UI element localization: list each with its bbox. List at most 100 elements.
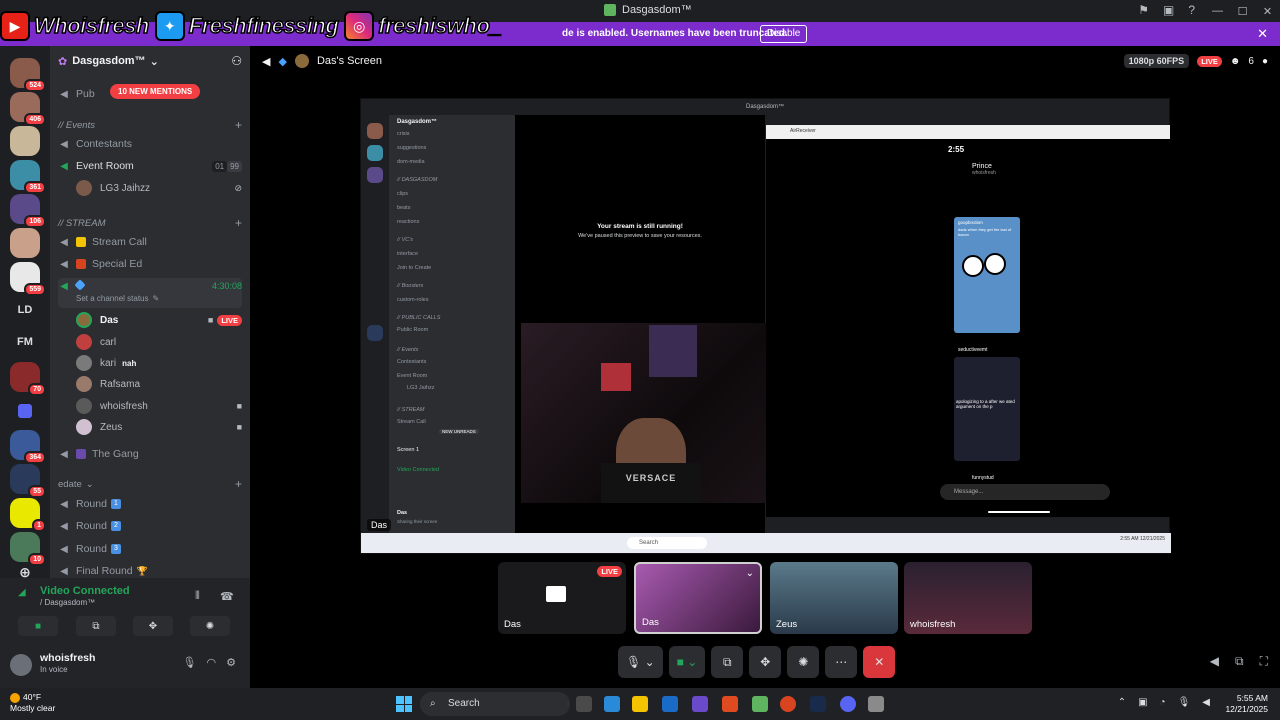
chrome-icon[interactable] (780, 696, 796, 712)
camera-button[interactable]: ■ ⌄ (668, 646, 706, 678)
taskbar-clock[interactable]: 5:55 AM 12/21/2025 (1225, 693, 1268, 715)
server-icon[interactable]: 406 (10, 92, 46, 126)
discord-app-icon[interactable] (752, 696, 768, 712)
category-events[interactable]: // Events + (58, 117, 242, 133)
chevron-down-icon[interactable]: ⌄ (746, 568, 754, 579)
server-icon[interactable]: 70 (10, 362, 46, 396)
volume-icon[interactable]: ◀ (1202, 697, 1210, 708)
channel-round-1[interactable]: ◀ Round 1 (58, 494, 242, 514)
channel-round-3[interactable]: ◀ Round 3 (58, 539, 242, 559)
share-screen-button[interactable]: ⧉ (76, 616, 116, 636)
activities-button[interactable]: ✥ (133, 616, 173, 636)
airreceiver-window: AirReceiver 2:55 Prince whoisfresh goopb… (766, 125, 1170, 517)
voice-user-carl[interactable]: carl (76, 332, 242, 352)
shared-screen[interactable]: Dasgasdom™ Dasgasdom™ crisis suggestions… (360, 98, 1171, 554)
channel-final-round[interactable]: ◀ Final Round 🏆 (58, 561, 242, 578)
gear-icon[interactable]: ⚙ (226, 656, 236, 669)
tray-app-icon[interactable]: ▣ (1138, 697, 1147, 708)
maximize-button[interactable]: ☐ (1230, 0, 1255, 22)
participant-tile[interactable]: LIVE Das (498, 562, 626, 634)
discord-icon[interactable] (840, 696, 856, 712)
flag-icon[interactable]: ⚑ (1138, 3, 1149, 17)
server-icon[interactable]: 55 (10, 464, 46, 498)
copilot-icon[interactable] (604, 696, 620, 712)
participant-tile[interactable]: whoisfresh (904, 562, 1032, 634)
disable-button[interactable]: Disable (760, 25, 808, 43)
set-channel-status[interactable]: Set a channel status ✎ (76, 292, 242, 304)
network-icon[interactable]: ◔ (1160, 697, 1166, 708)
chat-icon[interactable]: ● (1262, 56, 1268, 67)
channel-event-room[interactable]: ◀ Event Room 01 99 (58, 156, 242, 176)
task-view-icon[interactable] (576, 696, 592, 712)
volume-icon[interactable]: ◀ (1210, 654, 1219, 669)
webcam-feed: VERSACE (521, 323, 766, 503)
new-mentions-pill[interactable]: 10 NEW MENTIONS (110, 84, 201, 99)
voice-channel-name[interactable]: / Dasgasdom™ (40, 598, 95, 607)
store-icon[interactable] (662, 696, 678, 712)
channel-round-2[interactable]: ◀ Round 2 (58, 516, 242, 536)
participant-tile[interactable]: Zeus (770, 562, 898, 634)
weather-widget[interactable]: 40°F Mostly clear (10, 692, 55, 714)
steam-icon[interactable] (810, 696, 826, 712)
more-button[interactable]: ⋯ (825, 646, 858, 678)
share-screen-button[interactable]: ⧉ (711, 646, 744, 678)
server-icon[interactable]: 361 (10, 160, 46, 194)
server-icon[interactable]: 10 (10, 532, 46, 566)
camera-button[interactable]: ■ (18, 616, 58, 636)
chevron-up-icon[interactable]: ⌃ (1118, 697, 1126, 708)
file-explorer-icon[interactable] (632, 696, 648, 712)
server-icon[interactable]: 106 (10, 194, 46, 228)
fullscreen-icon[interactable]: ⛶ (1260, 654, 1268, 669)
soundboard-button[interactable]: ✺ (787, 646, 820, 678)
category-edate[interactable]: edate ⌄ + (58, 476, 242, 492)
folder-icon[interactable] (18, 404, 32, 418)
microphone-icon[interactable]: 🎙 (183, 656, 197, 669)
settings-icon[interactable] (868, 696, 884, 712)
voice-user-rafsama[interactable]: Rafsama (76, 374, 242, 394)
avatar[interactable] (10, 654, 32, 676)
channel-stream-call[interactable]: ◀ Stream Call (58, 232, 242, 252)
voice-user-whoisfresh[interactable]: whoisfresh ■ (76, 396, 242, 416)
close-icon[interactable]: ✕ (1257, 26, 1268, 42)
microphone-button[interactable]: 🎙 ⌄ (618, 646, 663, 678)
windows-start-icon[interactable] (396, 696, 412, 712)
voice-user[interactable]: LG3 Jaihzz ⊘ (76, 178, 242, 198)
soundboard-button[interactable]: ✺ (190, 616, 230, 636)
server-icon[interactable]: 559 (10, 262, 46, 296)
voice-user-das[interactable]: Das ■ LIVE (76, 310, 242, 330)
server-fm[interactable]: FM (10, 336, 40, 348)
teams-icon[interactable] (692, 696, 708, 712)
headphones-icon[interactable]: ◠ (207, 656, 217, 669)
invite-icon[interactable]: ⚇ (231, 54, 242, 68)
add-channel-icon[interactable]: + (235, 477, 242, 491)
screen-icon[interactable]: ▣ (1163, 3, 1174, 17)
server-icon[interactable]: 1 (10, 498, 46, 532)
video-connected-status[interactable]: Video Connected (40, 585, 130, 597)
activities-button[interactable]: ✥ (749, 646, 782, 678)
brave-icon[interactable] (722, 696, 738, 712)
minimize-button[interactable]: — (1205, 0, 1230, 22)
category-stream[interactable]: // STREAM + (58, 215, 242, 231)
disconnect-icon[interactable]: ☎ (220, 590, 234, 603)
taskbar-search[interactable]: ⌕ Search (420, 692, 570, 716)
server-ld[interactable]: LD (10, 304, 40, 316)
server-icon[interactable] (10, 126, 40, 156)
add-channel-icon[interactable]: + (235, 118, 242, 132)
channel-special-ed[interactable]: ◀ Special Ed (58, 254, 242, 274)
voice-user-kari[interactable]: kari nah (76, 353, 242, 373)
microphone-icon[interactable]: 🎙 (1178, 697, 1191, 708)
noise-suppression-icon[interactable]: ⦀ (195, 590, 200, 603)
server-icon[interactable]: 524 (10, 58, 46, 92)
help-icon[interactable]: ? (1188, 3, 1195, 17)
add-channel-icon[interactable]: + (235, 216, 242, 230)
close-window-button[interactable]: ✕ (1255, 0, 1280, 22)
server-icon[interactable] (10, 228, 40, 258)
channel-the-gang[interactable]: ◀ The Gang (58, 444, 242, 464)
popout-icon[interactable]: ⧉ (1235, 654, 1244, 669)
server-icon[interactable]: 364 (10, 430, 46, 464)
participant-tile[interactable]: Das ⌄ (634, 562, 762, 634)
voice-user-zeus[interactable]: Zeus ■ (76, 417, 242, 437)
leave-call-button[interactable]: ✕ (863, 646, 896, 678)
channel-contestants[interactable]: ◀ Contestants (58, 134, 242, 154)
server-header[interactable]: ✿ Dasgasdom™ ⌄ ⚇ (50, 46, 250, 76)
